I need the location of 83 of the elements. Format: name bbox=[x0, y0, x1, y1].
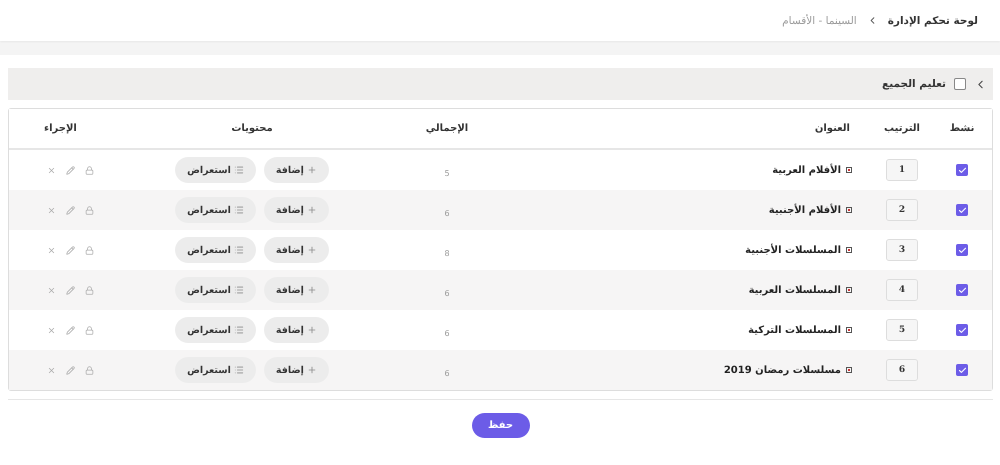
square-bullet-icon bbox=[846, 247, 852, 253]
active-checkbox[interactable] bbox=[956, 364, 968, 376]
plus-icon bbox=[306, 325, 317, 335]
total-count: 6 bbox=[444, 288, 450, 298]
check-icon bbox=[958, 326, 966, 334]
close-icon[interactable] bbox=[47, 246, 56, 254]
lock-icon[interactable] bbox=[85, 366, 94, 374]
close-icon[interactable] bbox=[47, 166, 56, 174]
plus-icon bbox=[306, 165, 317, 175]
close-icon[interactable] bbox=[47, 286, 56, 294]
square-bullet-icon bbox=[846, 207, 852, 213]
edit-icon[interactable] bbox=[66, 206, 75, 214]
lock-icon[interactable] bbox=[85, 166, 94, 174]
category-title: الأفلام الأجنبية bbox=[768, 204, 841, 216]
view-button[interactable]: استعراض bbox=[175, 357, 256, 383]
active-checkbox[interactable] bbox=[956, 244, 968, 256]
edit-icon[interactable] bbox=[66, 366, 75, 374]
edit-icon[interactable] bbox=[66, 326, 75, 334]
order-field[interactable]: 1 bbox=[886, 159, 918, 181]
add-button[interactable]: إضافة bbox=[264, 357, 329, 383]
view-button[interactable]: استعراض bbox=[175, 197, 256, 223]
add-button[interactable]: إضافة bbox=[264, 317, 329, 343]
category-title: المسلسلات الأجنبية bbox=[745, 244, 841, 256]
total-count: 6 bbox=[444, 368, 450, 378]
order-field[interactable]: 3 bbox=[886, 239, 918, 261]
add-button[interactable]: إضافة bbox=[264, 237, 329, 263]
lock-icon[interactable] bbox=[85, 326, 94, 334]
column-header: الترتيب bbox=[884, 123, 920, 134]
save-button[interactable]: حفظ bbox=[472, 413, 530, 438]
close-icon[interactable] bbox=[47, 366, 56, 374]
check-icon bbox=[958, 366, 966, 374]
plus-icon bbox=[306, 245, 317, 255]
check-icon bbox=[958, 166, 966, 174]
total-count: 8 bbox=[444, 248, 450, 258]
breadcrumb-link[interactable]: لوحة تحكم الإدارة bbox=[888, 14, 978, 26]
view-button[interactable]: استعراض bbox=[175, 317, 256, 343]
square-bullet-icon bbox=[846, 367, 852, 373]
total-count: 5 bbox=[444, 168, 450, 178]
category-title: مسلسلات رمضان 2019 bbox=[724, 364, 841, 376]
column-header: الإجراء bbox=[44, 123, 77, 134]
column-header: الإجمالي bbox=[426, 123, 468, 134]
square-bullet-icon bbox=[846, 327, 852, 333]
plus-icon bbox=[306, 365, 317, 375]
column-header: نشط bbox=[950, 123, 974, 134]
view-button[interactable]: استعراض bbox=[175, 277, 256, 303]
lock-icon[interactable] bbox=[85, 246, 94, 254]
add-button[interactable]: إضافة bbox=[264, 197, 329, 223]
total-count: 6 bbox=[444, 328, 450, 338]
breadcrumb-current: السينما - الأقسام bbox=[782, 14, 857, 26]
view-button[interactable]: استعراض bbox=[175, 237, 256, 263]
category-title: المسلسلات العربية bbox=[748, 284, 841, 296]
add-button[interactable]: إضافة bbox=[264, 277, 329, 303]
square-bullet-icon bbox=[846, 167, 852, 173]
category-title: المسلسلات التركية bbox=[748, 324, 841, 336]
edit-icon[interactable] bbox=[66, 246, 75, 254]
close-icon[interactable] bbox=[47, 326, 56, 334]
plus-icon bbox=[306, 285, 317, 295]
active-checkbox[interactable] bbox=[956, 204, 968, 216]
total-count: 6 bbox=[444, 208, 450, 218]
order-field[interactable]: 6 bbox=[886, 359, 918, 381]
category-title: الأفلام العربية bbox=[772, 164, 841, 176]
square-bullet-icon bbox=[846, 287, 852, 293]
select-all-checkbox[interactable] bbox=[954, 78, 966, 90]
column-header: العنوان bbox=[814, 123, 851, 134]
column-header: محتويات bbox=[231, 123, 273, 134]
check-icon bbox=[958, 206, 966, 214]
active-checkbox[interactable] bbox=[956, 164, 968, 176]
view-button[interactable]: استعراض bbox=[175, 157, 256, 183]
active-checkbox[interactable] bbox=[956, 284, 968, 296]
add-button[interactable]: إضافة bbox=[264, 157, 329, 183]
edit-icon[interactable] bbox=[66, 286, 75, 294]
order-field[interactable]: 2 bbox=[886, 199, 918, 221]
plus-icon bbox=[306, 205, 317, 215]
close-icon[interactable] bbox=[47, 206, 56, 214]
order-field[interactable]: 5 bbox=[886, 319, 918, 341]
order-field[interactable]: 4 bbox=[886, 279, 918, 301]
lock-icon[interactable] bbox=[85, 286, 94, 294]
lock-icon[interactable] bbox=[85, 206, 94, 214]
check-icon bbox=[958, 246, 966, 254]
active-checkbox[interactable] bbox=[956, 324, 968, 336]
select-all-label: تعليم الجميع bbox=[882, 78, 946, 90]
check-icon bbox=[958, 286, 966, 294]
edit-icon[interactable] bbox=[66, 166, 75, 174]
